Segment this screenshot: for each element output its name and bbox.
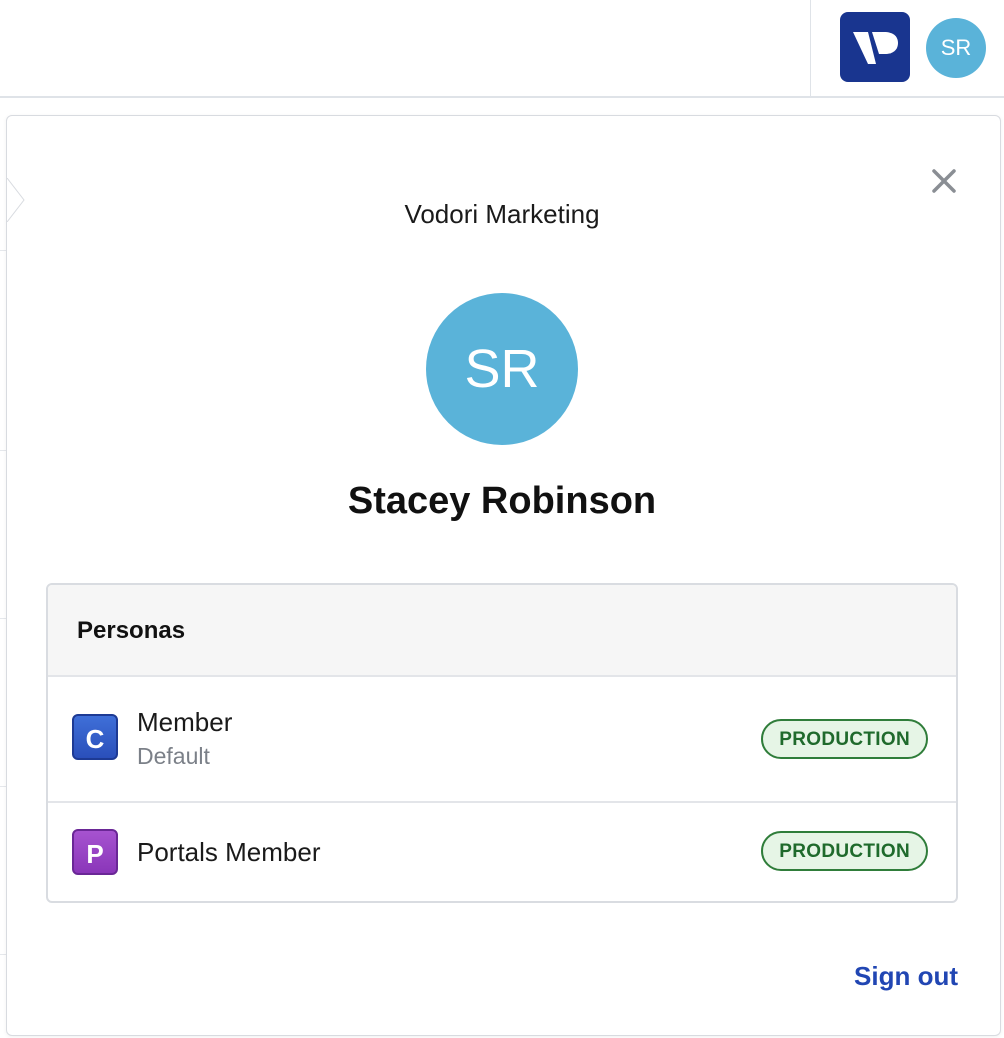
environment-badge: PRODUCTION	[761, 719, 928, 759]
vodori-logo-icon-svg	[853, 32, 898, 64]
close-icon	[932, 169, 956, 193]
persona-item-member[interactable]: C Member Default PRODUCTION	[48, 677, 956, 803]
persona-default-label: Default	[137, 743, 210, 769]
profile-avatar: SR	[426, 293, 578, 445]
topbar-divider	[810, 0, 811, 98]
persona-badge-c-icon: C	[72, 714, 118, 760]
persona-name: Portals Member	[137, 837, 321, 867]
personas-title: Personas	[48, 585, 956, 677]
sign-out-link[interactable]: Sign out	[854, 961, 958, 992]
environment-badge: PRODUCTION	[761, 831, 928, 871]
persona-badge-p-icon: P	[72, 829, 118, 875]
organization-name: Vodori Marketing	[404, 199, 600, 229]
persona-item-portals-member[interactable]: P Portals Member PRODUCTION	[48, 803, 956, 901]
close-button[interactable]	[928, 165, 960, 197]
user-name: Stacey Robinson	[347, 480, 657, 522]
persona-name: Member	[137, 707, 233, 737]
user-avatar-button[interactable]: SR	[926, 18, 986, 78]
personas-panel: Personas C Member Default PRODUCTION P P…	[46, 583, 958, 903]
top-bar: SR	[0, 0, 1004, 98]
vodori-logo-icon[interactable]	[840, 12, 910, 82]
